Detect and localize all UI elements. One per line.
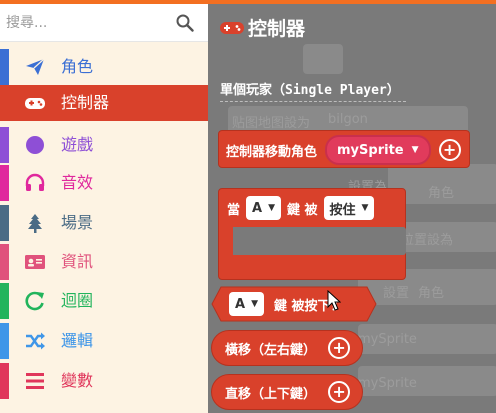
sidebar-item-logic[interactable]: 邏輯 bbox=[0, 323, 208, 359]
search-input[interactable] bbox=[6, 11, 166, 35]
flyout-title-label: 控制器 bbox=[248, 18, 306, 40]
search-box bbox=[0, 4, 208, 42]
caret-down-icon: ▼ bbox=[411, 145, 419, 155]
ghost-text: 設置 bbox=[383, 286, 410, 301]
expand-plus-button[interactable]: + bbox=[328, 381, 351, 403]
ghost-text: mySprite bbox=[358, 332, 417, 347]
search-icon[interactable] bbox=[176, 14, 194, 32]
block-label: 控制器移動角色 bbox=[226, 144, 318, 160]
sidebar-item-label: 角色 bbox=[61, 57, 94, 76]
ghost-text: bilgon bbox=[328, 112, 368, 127]
sidebar-item-label: 變數 bbox=[61, 371, 94, 390]
ghost-text: mySprite bbox=[358, 376, 417, 391]
sidebar-item-label: 迴圈 bbox=[61, 291, 94, 310]
button-dropdown-value: A bbox=[235, 296, 246, 312]
category-color-bar bbox=[0, 49, 9, 85]
event-dropdown-value: 按住 bbox=[329, 202, 356, 218]
category-color-bar bbox=[0, 205, 9, 241]
ghost-block bbox=[303, 44, 343, 74]
gamepad-icon bbox=[220, 21, 244, 34]
caret-down-icon: ▼ bbox=[251, 299, 258, 309]
sprite-dropdown-value: mySprite bbox=[337, 142, 404, 158]
headphones-icon bbox=[25, 173, 45, 191]
sidebar-item-loops[interactable]: 迴圈 bbox=[0, 283, 208, 319]
sidebar-item-controller[interactable]: 控制器 bbox=[0, 85, 208, 121]
list-icon bbox=[26, 373, 44, 389]
sidebar-item-label: 控制器 bbox=[61, 93, 110, 112]
on-button-event-block[interactable]: 當 A ▼ 鍵 被 按住 ▼ bbox=[218, 188, 406, 280]
block-label: 橫移（左右鍵） bbox=[225, 342, 317, 358]
ghost-text: 角色 bbox=[418, 286, 445, 301]
ghost-text: 角色 bbox=[428, 186, 455, 201]
sprite-dropdown[interactable]: mySprite ▼ bbox=[325, 135, 431, 165]
id-card-icon bbox=[25, 255, 45, 269]
sidebar-item-music[interactable]: 音效 bbox=[0, 165, 208, 201]
expand-plus-button[interactable]: + bbox=[328, 337, 351, 359]
tree-icon bbox=[28, 214, 42, 233]
category-color-bar bbox=[0, 283, 9, 319]
circle-icon bbox=[26, 136, 44, 154]
category-color-bar bbox=[0, 127, 9, 163]
sidebar-item-label: 邏輯 bbox=[61, 331, 94, 350]
category-color-bar bbox=[0, 363, 9, 399]
sidebar-item-info[interactable]: 資訊 bbox=[0, 244, 208, 280]
block-label: 當 bbox=[227, 202, 241, 218]
sidebar-item-game[interactable]: 遊戲 bbox=[0, 127, 208, 163]
sidebar-item-sprites[interactable]: 角色 bbox=[0, 49, 208, 85]
category-color-bar bbox=[0, 323, 9, 359]
section-label: 單個玩家（Single Player） bbox=[220, 83, 400, 98]
dy-block[interactable]: 直移（上下鍵） + bbox=[211, 374, 363, 410]
ghost-text: 贴图地图設为 bbox=[232, 116, 311, 131]
toolbox-sidebar: 角色 控制器 遊戲 音效 bbox=[0, 4, 208, 413]
category-color-bar bbox=[0, 165, 9, 201]
button-dropdown[interactable]: A ▼ bbox=[246, 196, 281, 220]
sidebar-item-label: 資訊 bbox=[61, 252, 94, 271]
category-color-bar bbox=[0, 244, 9, 280]
event-dropdown[interactable]: 按住 ▼ bbox=[323, 196, 375, 220]
sidebar-item-label: 遊戲 bbox=[61, 135, 94, 154]
flyout-title: 控制器 bbox=[220, 14, 305, 41]
dx-block[interactable]: 橫移（左右鍵） + bbox=[211, 330, 363, 366]
button-dropdown-value: A bbox=[252, 200, 263, 216]
block-label: 直移（上下鍵） bbox=[225, 386, 317, 402]
refresh-icon bbox=[25, 291, 44, 311]
sidebar-item-label: 音效 bbox=[61, 173, 94, 192]
sidebar-item-label: 場景 bbox=[61, 213, 94, 232]
shuffle-icon bbox=[26, 332, 45, 350]
gamepad-icon bbox=[25, 98, 45, 109]
statement-slot bbox=[233, 227, 406, 255]
button-dropdown[interactable]: A ▼ bbox=[229, 292, 264, 316]
expand-plus-button[interactable]: + bbox=[438, 139, 461, 161]
block-label: 鍵 被 bbox=[287, 202, 318, 218]
sidebar-item-scene[interactable]: 場景 bbox=[0, 205, 208, 241]
paper-plane-icon bbox=[26, 58, 45, 75]
caret-down-icon: ▼ bbox=[361, 203, 369, 213]
block-flyout: 設置為 mySprite2 的位置設為 角色 設置 角色 mySprite my… bbox=[208, 4, 496, 413]
mouse-cursor-icon bbox=[327, 290, 341, 311]
caret-down-icon: ▼ bbox=[268, 203, 275, 213]
sidebar-item-variables[interactable]: 變數 bbox=[0, 363, 208, 399]
section-divider bbox=[220, 101, 406, 102]
move-sprite-block[interactable]: 控制器移動角色 mySprite ▼ + bbox=[218, 130, 470, 168]
